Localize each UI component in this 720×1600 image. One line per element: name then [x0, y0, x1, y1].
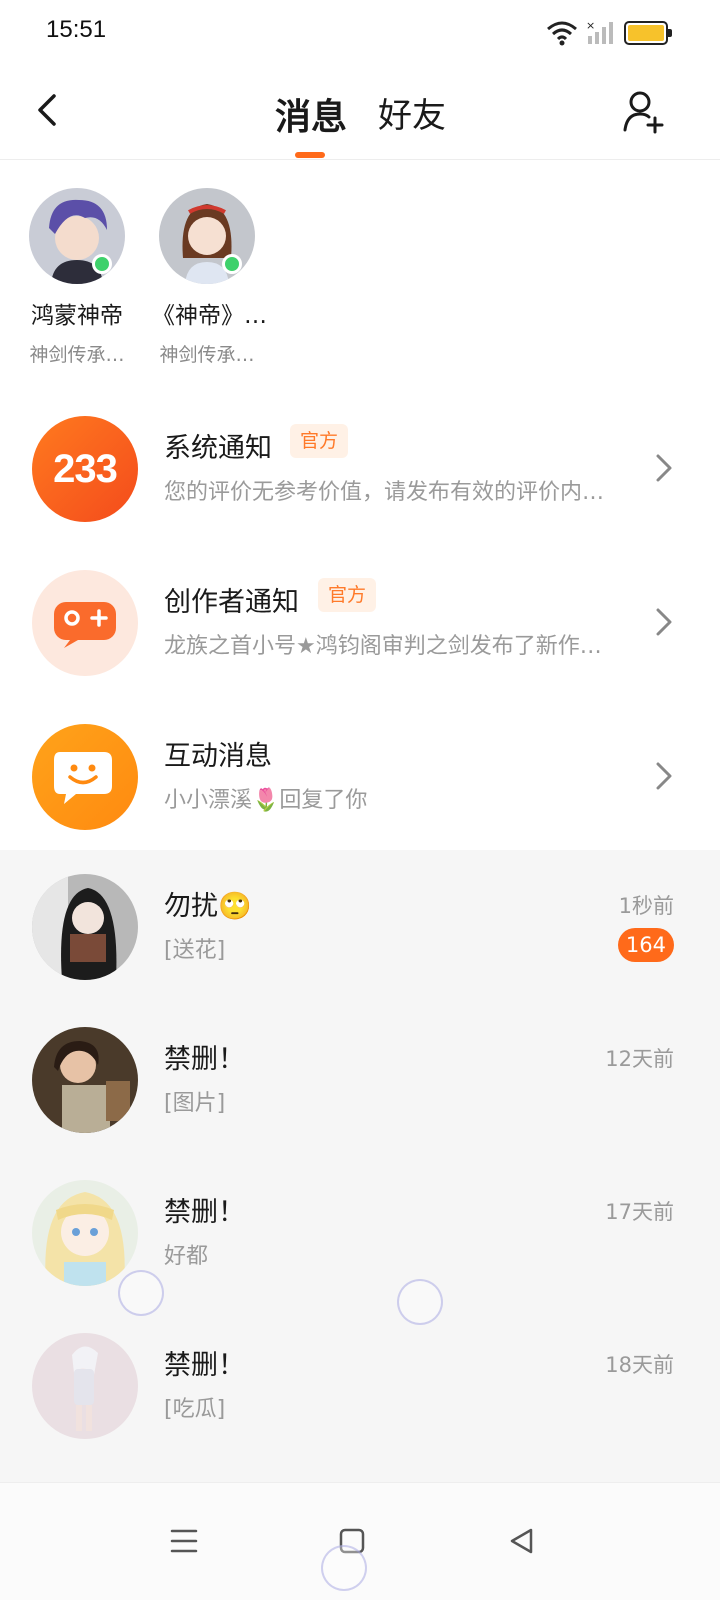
avatar[interactable]: [32, 1027, 138, 1133]
online-status-dot: [92, 254, 112, 274]
avatar[interactable]: [32, 1180, 138, 1286]
avatar[interactable]: [32, 874, 138, 980]
system-nav-bar: [0, 1482, 720, 1600]
notification-title: 互动消息: [164, 741, 272, 772]
touch-indicator: [397, 1279, 443, 1325]
chat-list: 勿扰🙄 [送花] 1秒前 164 禁删！ [图片] 12天前 禁删！ 好都 17…: [0, 850, 720, 1482]
creator-notification-row[interactable]: 创作者通知 官方 龙族之首小号★鸿钧阁审判之剑发布了新作…: [0, 546, 720, 700]
notification-preview: 您的评价无参考价值，请发布有效的评价内…: [164, 480, 605, 505]
back-triangle-icon[interactable]: [504, 1523, 540, 1559]
gamepad-icon: [32, 570, 138, 676]
official-badge: 官方: [290, 424, 349, 458]
chat-row[interactable]: 禁删！ [图片] 12天前: [0, 1003, 720, 1156]
chat-row[interactable]: 禁删！ [吃瓜] 18天前: [0, 1309, 720, 1462]
online-user[interactable]: 鸿蒙神帝 神剑传承…: [22, 188, 132, 367]
notification-title: 创作者通知: [164, 587, 299, 618]
back-arrow-icon[interactable]: [30, 90, 66, 130]
chat-name: 禁删！: [164, 1197, 245, 1228]
avatar[interactable]: [32, 1333, 138, 1439]
chevron-right-icon: [656, 608, 672, 636]
233-logo-icon: 233: [32, 416, 138, 522]
wifi-icon: [547, 21, 577, 46]
chat-last-message: [送花]: [164, 938, 226, 963]
online-user[interactable]: 《神帝》… 神剑传承…: [152, 188, 267, 367]
avatar[interactable]: [159, 188, 255, 284]
chevron-right-icon: [656, 762, 672, 790]
tab-messages[interactable]: 消息: [275, 88, 347, 140]
chat-name: 禁删！: [164, 1044, 245, 1075]
status-bar: 15:51 ×: [0, 0, 720, 62]
chat-last-message: [吃瓜]: [164, 1397, 226, 1422]
touch-indicator: [118, 1270, 164, 1316]
notification-preview: 小小漂溪🌷回复了你: [164, 788, 368, 813]
online-user-subtitle: 神剑传承…: [29, 344, 125, 366]
tab-friends[interactable]: 好友: [378, 88, 446, 137]
status-icons: ×: [546, 18, 672, 48]
chat-row[interactable]: 禁删！ 好都 17天前: [0, 1156, 720, 1309]
chat-last-message: 好都: [164, 1244, 209, 1269]
signal-icon: ×: [586, 20, 613, 44]
system-notification-row[interactable]: 233 系统通知 官方 您的评价无参考价值，请发布有效的评价内…: [0, 392, 720, 546]
notification-title: 系统通知: [164, 433, 272, 464]
unread-count-badge: 164: [617, 928, 674, 962]
online-friends-row: 鸿蒙神帝 神剑传承… 《神帝》… 神剑传承…: [0, 160, 720, 390]
online-user-subtitle: 神剑传承…: [159, 344, 255, 366]
interaction-notification-row[interactable]: 互动消息 小小漂溪🌷回复了你: [0, 700, 720, 854]
online-user-name: 鸿蒙神帝: [31, 303, 123, 329]
chat-bubble-icon: [32, 724, 138, 830]
active-tab-indicator: [295, 152, 325, 158]
chat-time: 17天前: [605, 1200, 674, 1224]
chevron-right-icon: [656, 454, 672, 482]
touch-indicator: [321, 1545, 367, 1591]
menu-icon[interactable]: [166, 1523, 202, 1559]
chat-time: 18天前: [605, 1353, 674, 1377]
chat-last-message: [图片]: [164, 1091, 226, 1116]
chat-name: 勿扰🙄: [164, 891, 252, 922]
svg-text:×: ×: [586, 20, 595, 32]
status-time: 15:51: [46, 16, 107, 43]
add-friend-icon[interactable]: [622, 88, 668, 134]
online-user-name: 《神帝》…: [152, 303, 267, 329]
avatar[interactable]: [29, 188, 125, 284]
233-logo-text: 233: [53, 446, 118, 491]
chat-name: 禁删！: [164, 1350, 245, 1381]
online-status-dot: [222, 254, 242, 274]
official-badge: 官方: [318, 578, 377, 612]
chat-row[interactable]: 勿扰🙄 [送花] 1秒前 164: [0, 850, 720, 1003]
battery-fill: [628, 25, 664, 41]
notification-preview: 龙族之首小号★鸿钧阁审判之剑发布了新作…: [164, 634, 602, 659]
battery-icon: [624, 21, 672, 45]
header: 消息 好友: [0, 62, 720, 160]
chat-time: 1秒前: [618, 894, 674, 918]
chat-time: 12天前: [605, 1047, 674, 1071]
